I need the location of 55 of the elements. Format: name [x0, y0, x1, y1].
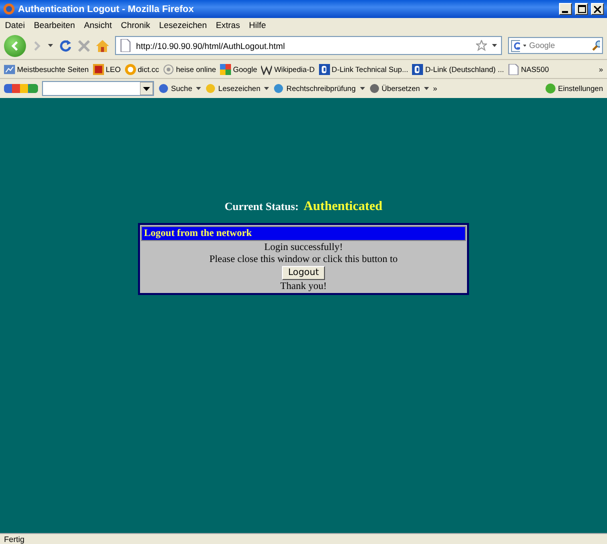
message-text: Login successfully! [264, 242, 343, 253]
menu-item[interactable]: Bearbeiten [34, 20, 75, 30]
ring-icon [163, 64, 174, 74]
page-icon [120, 39, 131, 52]
chart-icon [4, 64, 15, 74]
panel-title: Logout from the network [141, 226, 466, 241]
window-title: Authentication Logout - Mozilla Firefox [18, 4, 195, 14]
firefox-icon [3, 3, 15, 15]
toolbar-search-field[interactable] [42, 81, 154, 96]
status-label: Current Status: [224, 201, 299, 213]
maximize-icon [578, 5, 586, 13]
menu-item[interactable]: Datei [5, 20, 25, 30]
address-field[interactable]: http://10.90.90.90/html/AuthLogout.html [115, 36, 502, 55]
toolbar-icon [158, 83, 169, 94]
menu-item[interactable]: Extras [216, 20, 240, 30]
search-icon[interactable] [592, 40, 600, 51]
square-icon [92, 64, 104, 74]
google-logo [4, 82, 38, 95]
thanks-text: Thank you! [280, 281, 327, 292]
dropdown-caret-icon[interactable] [264, 86, 270, 90]
toolbar-icon [205, 83, 216, 94]
d-icon [318, 64, 330, 74]
menu-item[interactable]: Hilfe [248, 20, 266, 30]
logout-button[interactable]: Logout [282, 266, 325, 280]
reload-icon[interactable] [59, 39, 72, 52]
close-button[interactable] [591, 3, 604, 15]
d-icon [412, 64, 424, 74]
back-button[interactable] [4, 34, 26, 56]
message-text: Please close this window or click this button to [209, 254, 398, 265]
dropdown-caret-icon[interactable] [492, 44, 497, 48]
circle-icon [124, 64, 136, 74]
search-field[interactable]: Google [508, 37, 603, 54]
squares-icon [220, 64, 232, 74]
home-icon[interactable] [96, 40, 109, 52]
status-text: Fertig [4, 534, 24, 544]
toolbar-icon [368, 83, 380, 94]
status-dot-icon [544, 83, 556, 94]
dropdown-caret-icon[interactable] [48, 44, 53, 48]
menu-item[interactable]: Lesezeichen [159, 20, 207, 30]
toolbar-icon [273, 83, 284, 94]
dropdown-caret-icon[interactable] [196, 86, 202, 90]
minimize-button[interactable] [559, 3, 572, 15]
dropdown-caret-icon[interactable] [424, 86, 429, 90]
dropdown-caret-icon[interactable] [360, 86, 365, 90]
menu-item[interactable]: Ansicht [84, 20, 112, 30]
w-icon [261, 64, 272, 74]
g-icon[interactable] [511, 40, 520, 52]
status-value: Authenticated [304, 198, 382, 214]
maximize-button[interactable] [575, 3, 588, 15]
dropdown-caret-icon[interactable] [522, 44, 526, 48]
page-icon [508, 64, 520, 74]
menu-item[interactable]: Chronik [120, 20, 150, 30]
close-icon [594, 6, 601, 12]
star-icon[interactable] [476, 40, 487, 51]
dropdown-icon[interactable] [140, 82, 153, 95]
